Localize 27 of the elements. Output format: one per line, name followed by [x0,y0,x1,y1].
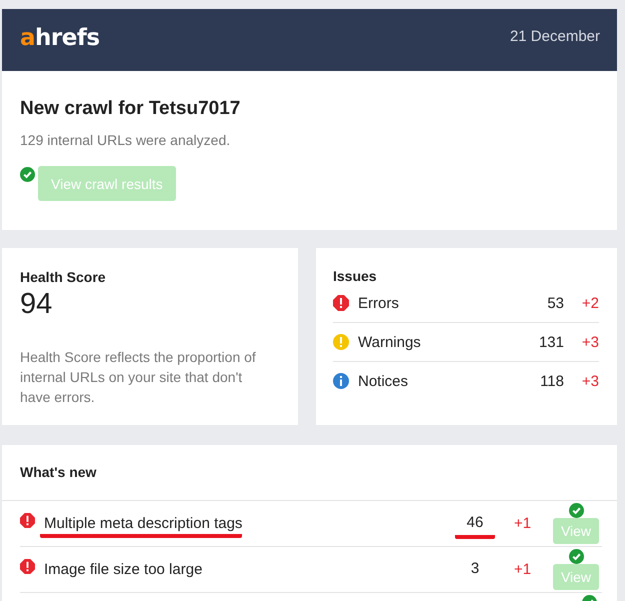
issue-label: Image file size too large [44,560,204,580]
health-description: Health Score reflects the proportion of internal URLs on your site that don't have errors. [20,348,257,407]
issue-count: 131 [538,334,564,350]
issue-change: +2 [580,294,599,312]
issue-label: Multiple meta description tags [40,513,242,538]
card-title: What's new [2,445,617,501]
crawl-summary: 129 internal URLs were analyzed. [20,132,232,148]
view-button[interactable]: View [552,518,600,544]
health-score: 94 [20,288,54,321]
issue-count: 46 [455,514,495,539]
issue-count: 3 [470,560,480,579]
date-label: 21 December [510,28,600,44]
issue-label: Errors [358,294,400,312]
issue-count: 118 [539,372,564,390]
issue-change: +3 [580,372,599,390]
issue-count: 53 [546,294,564,312]
card-title: Health Score [20,269,107,285]
issue-change: +1 [512,561,532,578]
view-crawl-results-button[interactable]: View crawl results [38,166,176,201]
crawl-title: New crawl for Tetsu7017 [20,98,242,120]
view-button[interactable]: View [552,564,600,590]
issue-change: +1 [512,515,532,532]
issue-label: Warnings [358,334,422,350]
issue-change: +3 [580,334,599,350]
card-title: Issues [333,268,378,284]
issue-label: Notices [358,372,410,390]
logo: ahrefs [20,25,100,51]
